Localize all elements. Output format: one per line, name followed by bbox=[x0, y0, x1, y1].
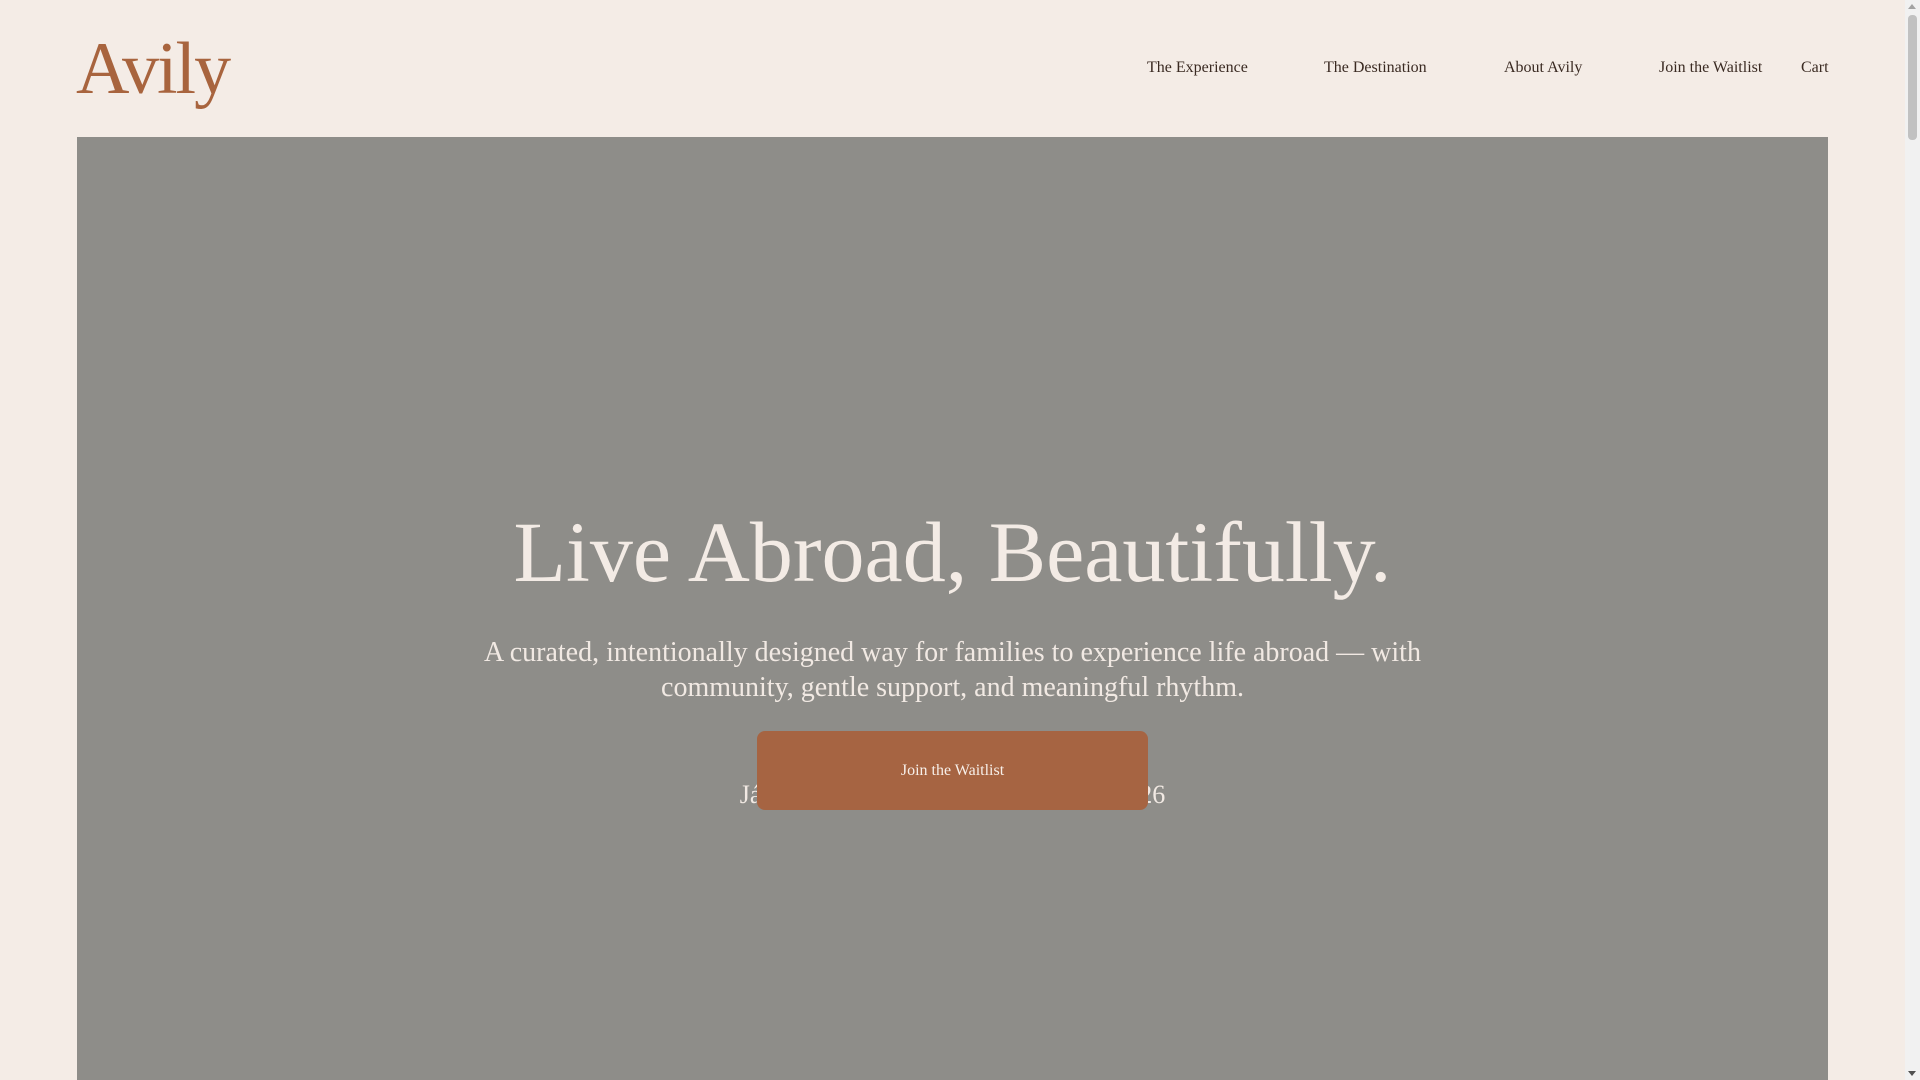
nav-link-the-experience[interactable]: The Experience bbox=[1147, 56, 1248, 80]
hero-subtitle: A curated, intentionally designed way fo… bbox=[484, 637, 1421, 703]
page-scrollbar[interactable] bbox=[1905, 0, 1920, 1080]
hero-section: Live Abroad, Beautifully. A curated, int… bbox=[77, 137, 1828, 1080]
hero-title: Live Abroad, Beautifully. bbox=[513, 504, 1392, 600]
scroll-up-arrow-icon[interactable] bbox=[1908, 4, 1916, 9]
scrollbar-thumb[interactable] bbox=[1908, 15, 1917, 140]
nav-link-the-destination[interactable]: The Destination bbox=[1324, 56, 1427, 80]
nav-link-join-the-waitlist[interactable]: Join the Waitlist bbox=[1659, 56, 1762, 80]
nav-link-cart[interactable]: Cart bbox=[1801, 56, 1829, 80]
nav-link-about-avily[interactable]: About Avily bbox=[1504, 56, 1582, 80]
main-nav: The Experience The Destination About Avi… bbox=[0, 56, 1905, 80]
site-header: Avily The Experience The Destination Abo… bbox=[0, 0, 1905, 137]
join-waitlist-button[interactable]: Join the Waitlist bbox=[757, 731, 1148, 810]
scroll-down-arrow-icon[interactable] bbox=[1908, 1071, 1916, 1076]
page: Avily The Experience The Destination Abo… bbox=[0, 0, 1920, 1080]
